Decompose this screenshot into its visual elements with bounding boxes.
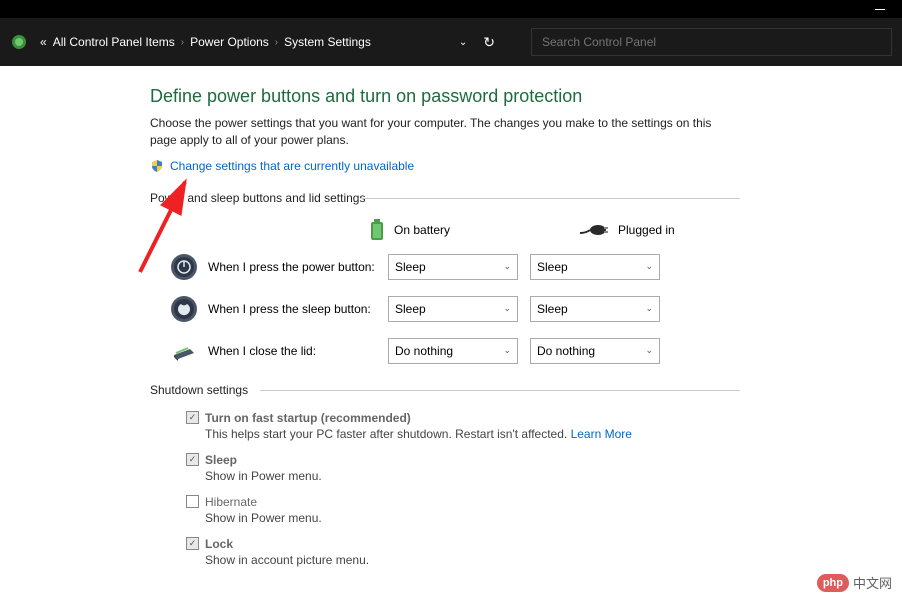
power-button-icon bbox=[170, 253, 198, 281]
chevron-down-icon: ⌄ bbox=[645, 261, 653, 272]
chevron-down-icon: ⌄ bbox=[503, 261, 511, 272]
search-container bbox=[531, 28, 892, 56]
main-content: Define power buttons and turn on passwor… bbox=[0, 66, 740, 567]
breadcrumb: « All Control Panel Items › Power Option… bbox=[40, 35, 371, 49]
fast-startup-row: Turn on fast startup (recommended) This … bbox=[186, 411, 740, 441]
chevron-down-icon: ⌄ bbox=[503, 303, 511, 314]
sleep-label: Sleep bbox=[205, 453, 237, 467]
plugged-in-header: Plugged in bbox=[580, 223, 720, 237]
chevron-right-icon: › bbox=[275, 37, 278, 48]
hibernate-row: Hibernate Show in Power menu. bbox=[186, 495, 740, 525]
php-badge: php bbox=[817, 574, 849, 592]
chevron-down-icon: ⌄ bbox=[645, 303, 653, 314]
sleep-button-battery-dropdown[interactable]: Sleep ⌄ bbox=[388, 296, 518, 322]
plug-icon bbox=[580, 223, 608, 237]
breadcrumb-item-system[interactable]: System Settings bbox=[284, 35, 371, 49]
sleep-checkbox[interactable] bbox=[186, 453, 199, 466]
change-settings-link[interactable]: Change settings that are currently unava… bbox=[150, 159, 740, 173]
sleep-button-label: When I press the sleep button: bbox=[208, 302, 388, 316]
power-button-battery-dropdown[interactable]: Sleep ⌄ bbox=[388, 254, 518, 280]
sleep-row: Sleep Show in Power menu. bbox=[186, 453, 740, 483]
battery-icon bbox=[370, 219, 384, 241]
window-titlebar bbox=[0, 0, 902, 18]
page-title: Define power buttons and turn on passwor… bbox=[150, 86, 740, 107]
watermark: php 中文网 bbox=[817, 573, 892, 592]
learn-more-link[interactable]: Learn More bbox=[571, 427, 632, 441]
shutdown-settings: Turn on fast startup (recommended) This … bbox=[150, 411, 740, 567]
hibernate-checkbox[interactable] bbox=[186, 495, 199, 508]
chevron-down-icon: ⌄ bbox=[645, 345, 653, 356]
close-lid-battery-dropdown[interactable]: Do nothing ⌄ bbox=[388, 338, 518, 364]
lock-checkbox[interactable] bbox=[186, 537, 199, 550]
minimize-button[interactable] bbox=[857, 0, 902, 18]
watermark-text: 中文网 bbox=[853, 573, 892, 592]
breadcrumb-item-all[interactable]: All Control Panel Items bbox=[53, 35, 175, 49]
lock-label: Lock bbox=[205, 537, 233, 551]
section-header-buttons: Power and sleep buttons and lid settings bbox=[150, 187, 740, 209]
sleep-button-icon bbox=[170, 295, 198, 323]
chevron-down-icon[interactable]: ⌄ bbox=[459, 37, 467, 48]
shield-icon bbox=[150, 159, 164, 173]
close-lid-row: When I close the lid: Do nothing ⌄ Do no… bbox=[150, 337, 740, 365]
breadcrumb-prefix[interactable]: « bbox=[40, 35, 47, 49]
lock-row: Lock Show in account picture menu. bbox=[186, 537, 740, 567]
close-lid-plugged-dropdown[interactable]: Do nothing ⌄ bbox=[530, 338, 660, 364]
fast-startup-label: Turn on fast startup (recommended) bbox=[205, 411, 411, 425]
refresh-button[interactable]: ↻ bbox=[475, 34, 503, 51]
chevron-down-icon: ⌄ bbox=[503, 345, 511, 356]
power-button-row: When I press the power button: Sleep ⌄ S… bbox=[150, 253, 740, 281]
sleep-button-plugged-dropdown[interactable]: Sleep ⌄ bbox=[530, 296, 660, 322]
sleep-button-row: When I press the sleep button: Sleep ⌄ S… bbox=[150, 295, 740, 323]
column-headers: On battery Plugged in bbox=[370, 219, 740, 241]
control-panel-icon bbox=[10, 33, 28, 51]
page-description: Choose the power settings that you want … bbox=[150, 115, 720, 149]
laptop-lid-icon bbox=[170, 337, 198, 365]
on-battery-header: On battery bbox=[370, 219, 510, 241]
close-lid-label: When I close the lid: bbox=[208, 344, 388, 358]
power-button-plugged-dropdown[interactable]: Sleep ⌄ bbox=[530, 254, 660, 280]
section-header-shutdown: Shutdown settings bbox=[150, 379, 740, 401]
address-bar: « All Control Panel Items › Power Option… bbox=[0, 18, 902, 66]
breadcrumb-item-power[interactable]: Power Options bbox=[190, 35, 269, 49]
chevron-right-icon: › bbox=[181, 37, 184, 48]
change-settings-text: Change settings that are currently unava… bbox=[170, 159, 414, 173]
hibernate-label: Hibernate bbox=[205, 495, 257, 509]
power-button-label: When I press the power button: bbox=[208, 260, 388, 274]
fast-startup-checkbox[interactable] bbox=[186, 411, 199, 424]
search-input[interactable] bbox=[531, 28, 892, 56]
